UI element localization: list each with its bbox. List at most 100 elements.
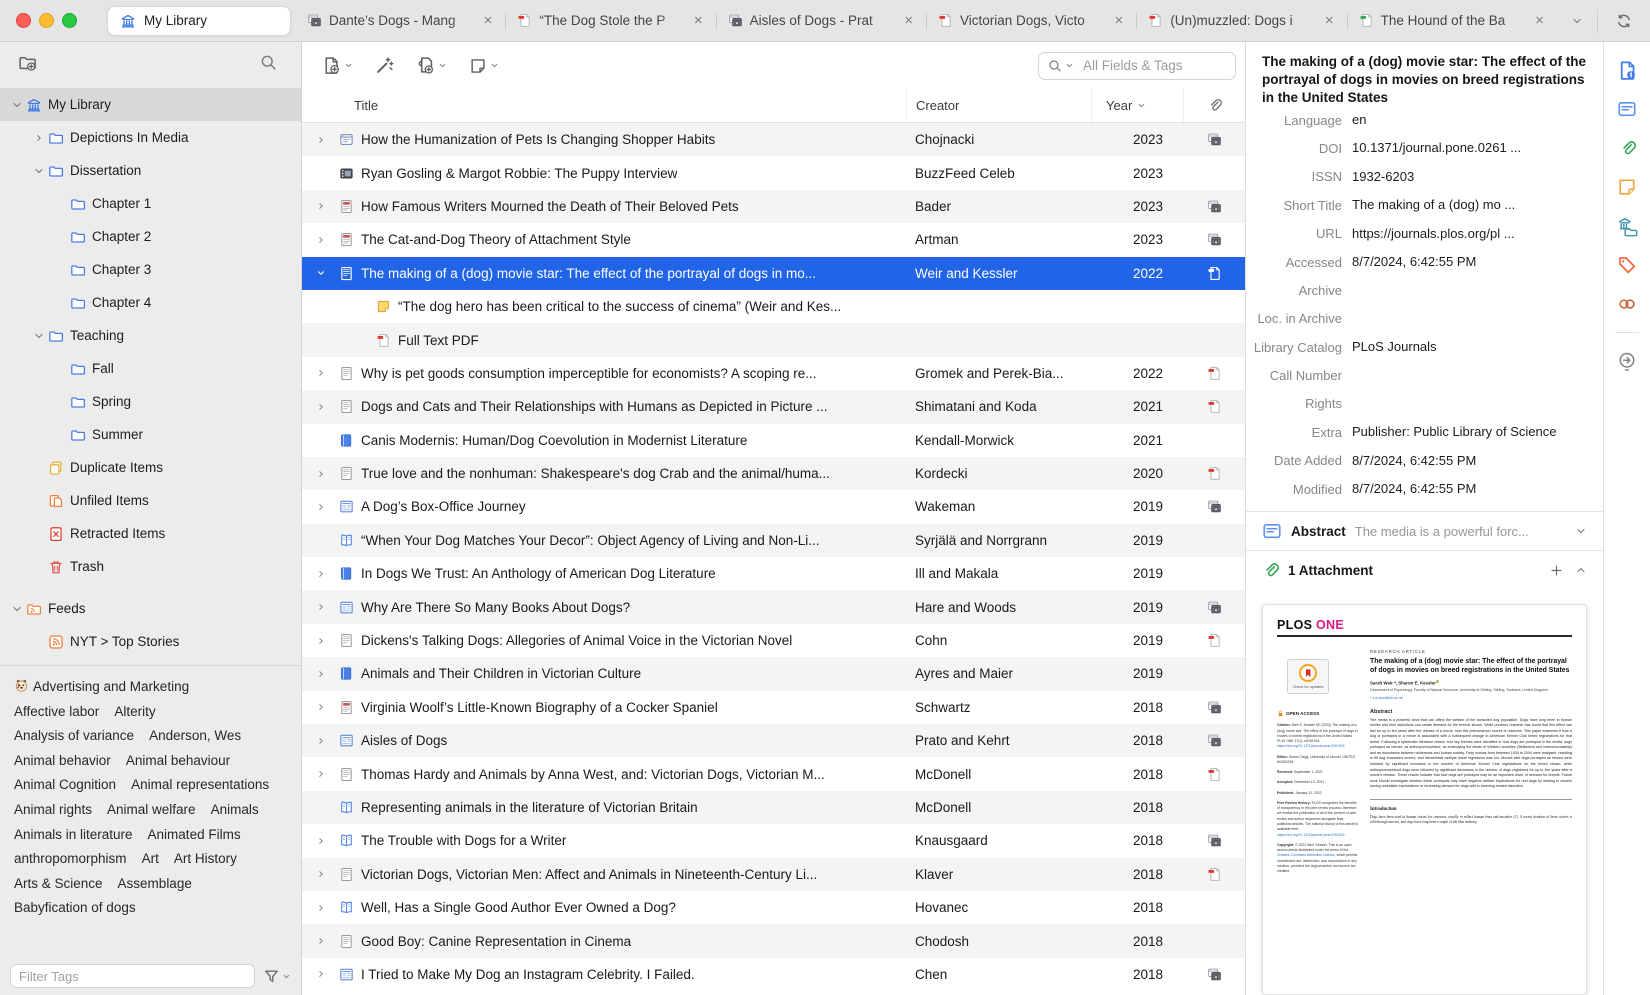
chevron-down-icon[interactable] bbox=[1575, 525, 1587, 537]
tag-item[interactable]: Affective labor bbox=[14, 700, 99, 725]
expander[interactable] bbox=[30, 165, 48, 177]
tag-item[interactable]: Assemblage bbox=[118, 872, 192, 897]
tab-dante-s-dogs-mang[interactable]: Dante’s Dogs - Mang × bbox=[295, 0, 505, 41]
close-tab-icon[interactable]: × bbox=[1324, 13, 1335, 28]
item-pane-tab-abstract[interactable] bbox=[1615, 97, 1639, 121]
sidebar-item-fall[interactable]: Fall bbox=[0, 352, 301, 385]
expander[interactable] bbox=[30, 133, 48, 143]
tabs-overflow-button[interactable] bbox=[1557, 15, 1597, 27]
row-expander[interactable] bbox=[310, 235, 332, 245]
tag-item[interactable]: Advertising and Marketing bbox=[14, 675, 189, 700]
new-item-button[interactable] bbox=[322, 56, 353, 75]
field-value[interactable]: 8/7/2024, 6:42:55 PM bbox=[1352, 480, 1603, 498]
sidebar-item-nyt-top-stories[interactable]: NYT > Top Stories bbox=[0, 625, 301, 658]
item-pane-tab-related[interactable] bbox=[1615, 292, 1639, 316]
table-row[interactable]: The making of a (dog) movie star: The ef… bbox=[302, 256, 1245, 290]
tag-item[interactable]: Babyfication of dogs bbox=[14, 896, 136, 921]
table-row[interactable]: Well, Has a Single Good Author Ever Owne… bbox=[302, 891, 1245, 924]
field-value[interactable]: The making of a (dog) mo ... bbox=[1352, 196, 1603, 214]
field-value[interactable]: 8/7/2024, 6:42:55 PM bbox=[1352, 253, 1603, 271]
table-row[interactable]: Canis Modernis: Human/Dog Coevolution in… bbox=[302, 424, 1245, 457]
row-expander[interactable] bbox=[310, 669, 332, 679]
row-expander[interactable] bbox=[310, 636, 332, 646]
table-row[interactable]: Why is pet goods consumption imperceptib… bbox=[302, 357, 1245, 390]
row-expander[interactable] bbox=[310, 602, 332, 612]
field-value[interactable]: 1932-6203 bbox=[1352, 168, 1603, 186]
sidebar-item-my-library[interactable]: My Library bbox=[0, 88, 301, 121]
row-expander[interactable] bbox=[310, 402, 332, 412]
row-expander[interactable] bbox=[310, 368, 332, 378]
table-row[interactable]: How Famous Writers Mourned the Death of … bbox=[302, 189, 1245, 224]
tag-item[interactable]: Animal behavior bbox=[14, 749, 111, 774]
attachment-preview-card[interactable]: PLOS ONE Check for updates OPEN ACCESS C bbox=[1262, 604, 1587, 995]
row-expander[interactable] bbox=[310, 869, 332, 879]
column-header-creator[interactable]: Creator bbox=[906, 89, 1091, 122]
table-row[interactable]: Full Text PDF bbox=[302, 323, 1245, 357]
item-pane-tab-locate[interactable] bbox=[1615, 349, 1639, 373]
sync-button[interactable] bbox=[1597, 8, 1650, 33]
new-note-button[interactable] bbox=[469, 57, 499, 75]
sidebar-item-chapter-2[interactable]: Chapter 2 bbox=[0, 220, 301, 253]
table-row[interactable]: How the Humanization of Pets Is Changing… bbox=[302, 123, 1245, 157]
row-expander[interactable] bbox=[310, 736, 332, 746]
sidebar-item-chapter-4[interactable]: Chapter 4 bbox=[0, 286, 301, 319]
sidebar-item-retracted-items[interactable]: Retracted Items bbox=[0, 517, 301, 550]
item-pane-tab-tags[interactable] bbox=[1615, 253, 1639, 277]
tab-the-dog-stole-the-p[interactable]: “The Dog Stole the P × bbox=[505, 0, 715, 41]
row-expander[interactable] bbox=[310, 769, 332, 779]
row-expander[interactable] bbox=[310, 936, 332, 946]
table-row[interactable]: Ryan Gosling & Margot Robbie: The Puppy … bbox=[302, 156, 1245, 189]
table-row[interactable]: Good Boy: Canine Representation in Cinem… bbox=[302, 924, 1245, 958]
tag-item[interactable]: Animal welfare bbox=[107, 798, 196, 823]
add-attachment-plus-icon[interactable] bbox=[1550, 564, 1563, 577]
sidebar-item-feeds[interactable]: Feeds bbox=[0, 592, 301, 625]
item-pane-tab-attachments[interactable] bbox=[1615, 136, 1639, 160]
close-tab-icon[interactable]: × bbox=[693, 13, 704, 28]
collection-search-button[interactable] bbox=[260, 54, 277, 76]
table-row[interactable]: In Dogs We Trust: An Anthology of Americ… bbox=[302, 557, 1245, 590]
add-attachment-button[interactable] bbox=[416, 56, 447, 75]
tab-the-hound-of-the-ba[interactable]: The Hound of the Ba × bbox=[1346, 0, 1557, 41]
item-pane-tab-libraries-collections[interactable] bbox=[1615, 214, 1639, 238]
table-row[interactable]: Thomas Hardy and Animals by Anna West, a… bbox=[302, 757, 1245, 790]
field-value[interactable]: 8/7/2024, 6:42:55 PM bbox=[1352, 452, 1603, 470]
zoom-window-button[interactable] bbox=[62, 13, 77, 28]
column-header-attachment[interactable] bbox=[1183, 89, 1245, 122]
close-tab-icon[interactable]: × bbox=[1534, 13, 1545, 28]
field-value[interactable]: Publisher: Public Library of Science bbox=[1352, 423, 1603, 441]
tag-item[interactable]: Animal behaviour bbox=[126, 749, 230, 774]
row-expander[interactable] bbox=[310, 702, 332, 712]
sidebar-item-spring[interactable]: Spring bbox=[0, 385, 301, 418]
row-expander[interactable] bbox=[310, 469, 332, 479]
close-tab-icon[interactable]: × bbox=[1114, 13, 1125, 28]
table-row[interactable]: The Trouble with Dogs for a Writer Knausg… bbox=[302, 824, 1245, 857]
field-value[interactable]: https://journals.plos.org/pl ... bbox=[1352, 225, 1603, 243]
table-row[interactable]: A Dog’s Box-Office Journey Wakeman 2019 bbox=[302, 490, 1245, 523]
tag-item[interactable]: Art bbox=[142, 847, 159, 872]
row-expander[interactable] bbox=[310, 268, 332, 278]
tag-item[interactable]: Analysis of variance bbox=[14, 724, 134, 749]
close-tab-icon[interactable]: × bbox=[903, 13, 914, 28]
tag-item[interactable]: Animals in literature bbox=[14, 823, 133, 848]
tab-victorian-dogs-victo[interactable]: Victorian Dogs, Victo × bbox=[925, 0, 1136, 41]
row-expander[interactable] bbox=[310, 969, 332, 979]
tag-filter-input[interactable] bbox=[10, 964, 255, 988]
tab-un-muzzled-dogs-i[interactable]: (Un)muzzled: Dogs i × bbox=[1136, 0, 1346, 41]
tag-item[interactable]: Animal representations bbox=[131, 773, 269, 798]
tag-item[interactable]: anthropomorphism bbox=[14, 847, 127, 872]
sidebar-item-chapter-3[interactable]: Chapter 3 bbox=[0, 253, 301, 286]
abstract-section[interactable]: Abstract The media is a powerful forc... bbox=[1246, 511, 1603, 550]
row-expander[interactable] bbox=[310, 201, 332, 211]
sidebar-item-unfiled-items[interactable]: Unfiled Items bbox=[0, 484, 301, 517]
table-row[interactable]: The Cat-and-Dog Theory of Attachment Sty… bbox=[302, 223, 1245, 256]
table-row[interactable]: I Tried to Make My Dog an Instagram Cele… bbox=[302, 958, 1245, 991]
sidebar-item-trash[interactable]: Trash bbox=[0, 550, 301, 583]
tag-item[interactable]: Alterity bbox=[114, 700, 155, 725]
table-row[interactable]: Dogs and Cats and Their Relationships wi… bbox=[302, 390, 1245, 424]
table-row[interactable]: “The dog hero has been critical to the s… bbox=[302, 290, 1245, 323]
sidebar-item-dissertation[interactable]: Dissertation bbox=[0, 154, 301, 187]
table-row[interactable]: Dickens's Talking Dogs: Allegories of An… bbox=[302, 624, 1245, 657]
sidebar-item-duplicate-items[interactable]: Duplicate Items bbox=[0, 451, 301, 484]
table-row[interactable]: Representing animals in the literature o… bbox=[302, 790, 1245, 825]
row-expander[interactable] bbox=[310, 569, 332, 579]
